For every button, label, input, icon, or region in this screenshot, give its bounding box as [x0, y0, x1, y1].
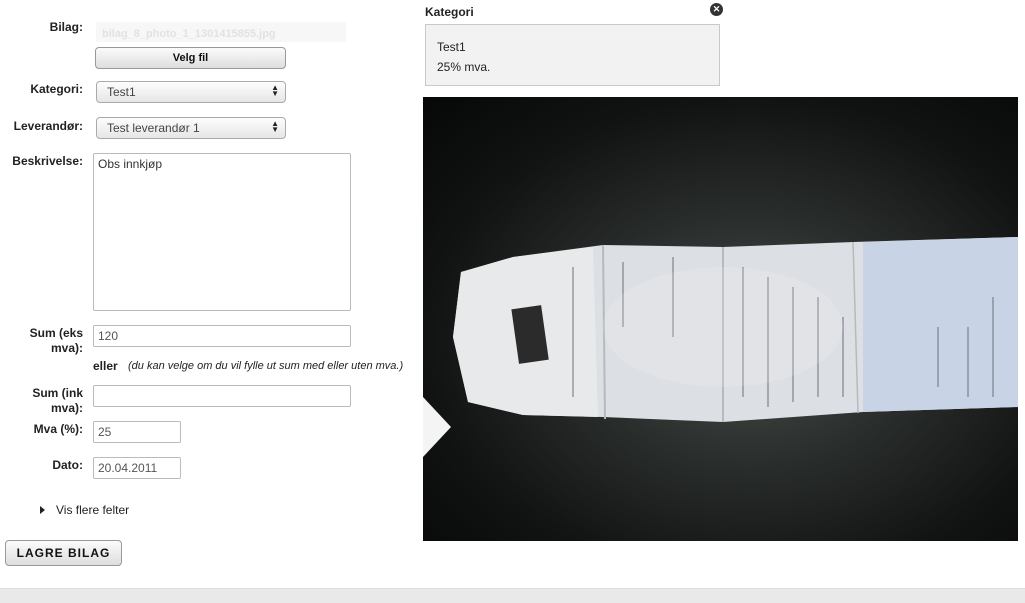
category-panel: Test1 25% mva.: [425, 24, 720, 86]
dato-label: Dato:: [52, 458, 83, 472]
beskrivelse-label: Beskrivelse:: [12, 154, 83, 168]
leverandor-select[interactable]: Test leverandør 1 ▲ ▼: [96, 117, 286, 139]
sum-eks-label-line2: mva):: [50, 341, 83, 355]
sum-ink-input[interactable]: [93, 385, 351, 407]
select-arrows-icon: ▲ ▼: [271, 83, 279, 98]
mva-input[interactable]: [93, 421, 181, 443]
kategori-value: Test1: [107, 85, 136, 99]
close-icon[interactable]: ✕: [710, 3, 723, 16]
leverandor-value: Test leverandør 1: [107, 121, 200, 135]
leverandor-label: Leverandør:: [13, 119, 83, 133]
receipt-photo: [423, 97, 1018, 541]
sum-eks-label: Sum (eks mva):: [10, 326, 83, 356]
bilag-label: Bilag:: [49, 20, 83, 34]
save-bilag-button[interactable]: LAGRE BILAG: [5, 540, 122, 566]
category-panel-title: Kategori: [425, 5, 474, 19]
beskrivelse-textarea[interactable]: Obs innkjøp: [93, 153, 351, 311]
sum-ink-label: Sum (ink mva):: [10, 386, 83, 416]
eller-hint: (du kan velge om du vil fylle ut sum med…: [128, 360, 404, 372]
bilag-filename: bilag_8_photo_1_1301415855.jpg: [96, 22, 346, 42]
more-fields-link[interactable]: Vis flere felter: [56, 503, 129, 517]
category-name: Test1: [437, 40, 466, 54]
sum-eks-input[interactable]: [93, 325, 351, 347]
sum-eks-label-line1: Sum (eks: [29, 326, 83, 340]
select-arrows-icon: ▲ ▼: [271, 119, 279, 134]
kategori-label: Kategori:: [30, 82, 83, 96]
choose-file-button[interactable]: Velg fil: [95, 47, 286, 69]
expand-triangle-icon[interactable]: [40, 506, 45, 514]
dato-input[interactable]: [93, 457, 181, 479]
sum-ink-label-line1: Sum (ink: [32, 386, 83, 400]
footer-bar: [0, 588, 1025, 603]
mva-label: Mva (%):: [33, 422, 83, 436]
category-vat: 25% mva.: [437, 60, 491, 74]
sum-ink-label-line2: mva):: [50, 401, 83, 415]
kategori-select[interactable]: Test1 ▲ ▼: [96, 81, 286, 103]
eller-label: eller: [93, 359, 118, 373]
